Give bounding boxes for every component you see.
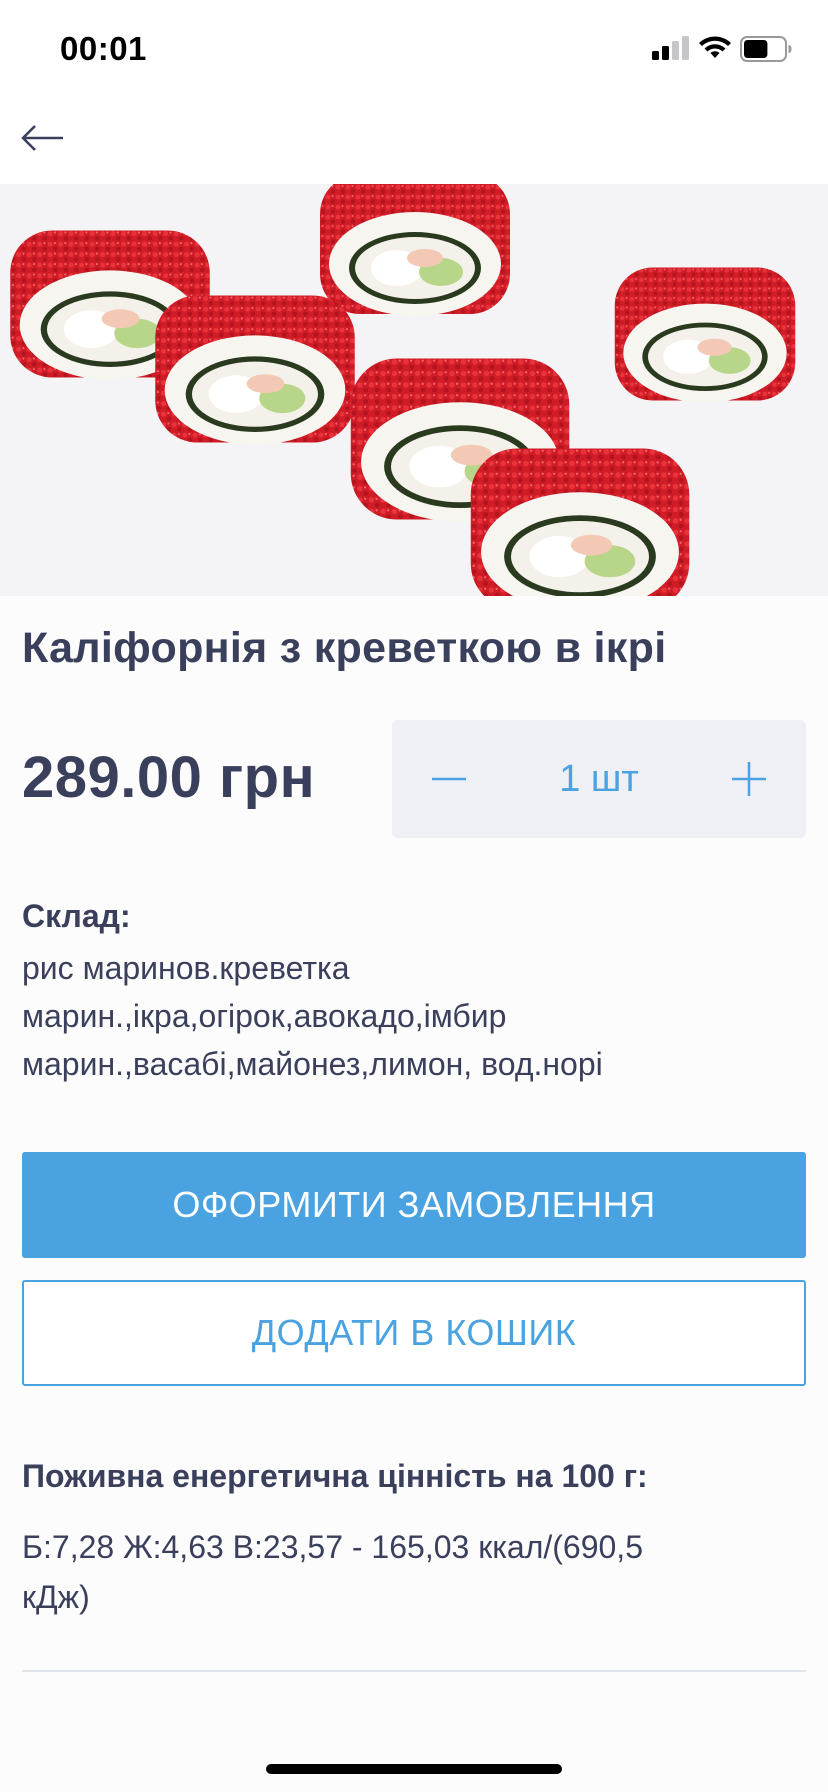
nutrition-line: Б:7,28 Ж:4,63 В:23,57 - 165,03 ккал/(690… [22,1529,643,1565]
back-button[interactable] [18,118,68,158]
status-bar: 00:01 [0,0,828,100]
composition-line: марин.,васабі,майонез,лимон, вод.норі [22,1046,603,1082]
battery-icon [740,36,792,62]
nav-bar [0,100,828,184]
increase-quantity-button[interactable] [720,750,778,808]
product-price: 289.00 грн [22,745,316,810]
cellular-signal-icon [652,36,690,60]
home-indicator[interactable] [266,1764,562,1774]
quantity-stepper: 1 шт [392,720,806,838]
nutrition-text: Б:7,28 Ж:4,63 В:23,57 - 165,03 ккал/(690… [22,1522,782,1622]
status-time: 00:01 [60,30,147,67]
arrow-left-icon [21,125,63,151]
add-to-cart-button[interactable]: ДОДАТИ В КОШИК [22,1280,806,1386]
sushi-image [0,184,828,596]
nutrition-line: кДж) [22,1579,90,1615]
product-image [0,184,828,596]
divider [22,1670,806,1672]
composition-line: рис маринов.креветка [22,950,350,986]
composition-line: марин.,ікра,огірок,авокадо,імбир [22,998,507,1034]
product-title: Каліфорнія з креветкою в ікрі [22,624,667,672]
composition-text: рис маринов.креветка марин.,ікра,огірок,… [22,944,802,1088]
composition-label: Склад: [22,898,131,934]
plus-icon [732,762,766,796]
nutrition-label: Поживна енергетична цінність на 100 г: [22,1458,648,1494]
wifi-icon [699,36,731,58]
place-order-button[interactable]: ОФОРМИТИ ЗАМОВЛЕННЯ [22,1152,806,1258]
